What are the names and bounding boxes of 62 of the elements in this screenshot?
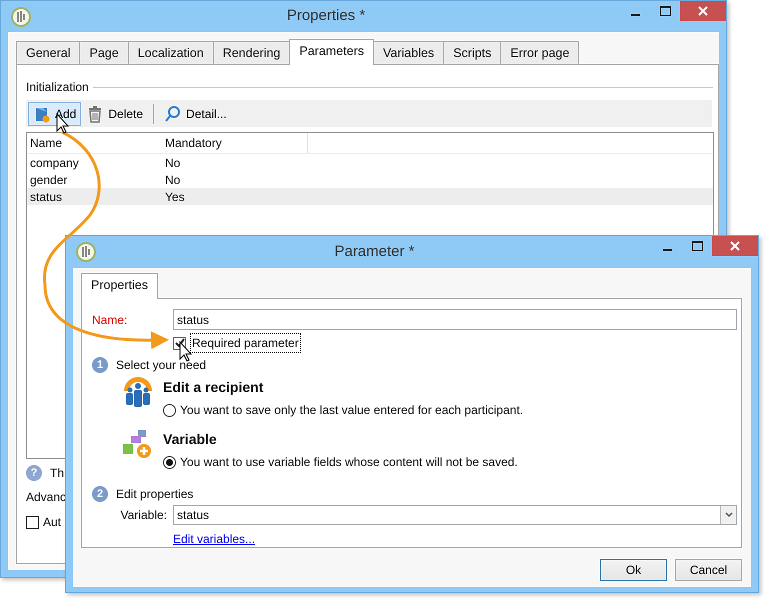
help-text: Th <box>50 465 64 482</box>
app-icon <box>10 6 32 28</box>
option-title: Variable <box>163 430 218 449</box>
field-label: Name: <box>92 312 128 328</box>
name-field[interactable]: status <box>173 309 737 330</box>
step-label: Edit properties <box>116 486 194 503</box>
minimize-icon <box>662 248 672 250</box>
radio-button[interactable] <box>163 404 176 416</box>
option-text: You want to save only the last value entered for each participant. <box>180 402 524 419</box>
check-icon <box>174 338 184 348</box>
cursor-icon <box>180 340 192 362</box>
tab[interactable]: Scripts <box>443 41 502 64</box>
blocks-plus-icon <box>122 429 154 461</box>
edit-variables-link[interactable]: Edit variables... <box>173 530 256 548</box>
column-header[interactable]: Mandatory <box>165 133 308 153</box>
checkbox-label: Required parameter <box>190 333 301 353</box>
maximize-icon <box>692 241 702 251</box>
step-number: 2 <box>92 486 108 502</box>
step-number: 1 <box>92 357 108 373</box>
toolbar-button[interactable]: Detail... <box>159 102 232 126</box>
app-icon <box>75 241 97 263</box>
column-header[interactable]: Name <box>27 134 165 152</box>
table-cell-text: company <box>29 154 80 172</box>
table-cell-text: Yes <box>165 188 186 206</box>
close-button[interactable] <box>680 1 726 21</box>
option-text: You want to use variable fields whose content will not be saved. <box>180 454 518 471</box>
people-icon <box>122 377 154 409</box>
window-title: Parameter * <box>333 242 416 262</box>
close-icon <box>698 6 708 16</box>
radio-button[interactable] <box>163 456 176 468</box>
tab[interactable]: Properties <box>81 273 158 299</box>
tab[interactable]: Rendering <box>212 41 290 64</box>
checkbox-label: Aut <box>43 514 62 531</box>
advanced-label: Advanc <box>26 490 66 504</box>
window-title: Properties * <box>286 6 366 26</box>
tab[interactable]: Localization <box>128 41 214 64</box>
table-cell-text: status <box>29 188 64 206</box>
tab[interactable]: General <box>16 41 80 64</box>
caret-icon <box>724 512 732 518</box>
minimize-icon <box>630 14 640 16</box>
help-icon: ? <box>26 465 42 481</box>
maximize-icon <box>660 6 670 16</box>
step-label: Select your need <box>116 357 206 374</box>
field-label: Variable: <box>120 507 168 524</box>
table-cell-text: No <box>165 172 182 188</box>
checkbox[interactable] <box>26 516 39 528</box>
section-title: Initialization <box>26 79 89 96</box>
toolbar-button[interactable]: Add <box>28 102 82 126</box>
tab[interactable]: Parameters <box>289 39 374 65</box>
tab[interactable]: Error page <box>500 41 580 64</box>
search-icon <box>164 104 182 122</box>
close-icon <box>730 241 740 251</box>
toolbar-button[interactable]: Delete <box>81 102 148 126</box>
close-button[interactable] <box>712 236 758 256</box>
variable-dropdown[interactable]: status <box>173 505 737 525</box>
dialog-button[interactable]: Cancel <box>675 559 742 581</box>
option-title: Edit a recipient <box>163 378 264 397</box>
table-cell-text: No <box>165 154 182 172</box>
tab[interactable]: Variables <box>373 41 444 64</box>
dialog-button[interactable]: Ok <box>600 559 667 581</box>
table-cell-text: gender <box>29 172 68 188</box>
tab[interactable]: Page <box>79 41 129 64</box>
